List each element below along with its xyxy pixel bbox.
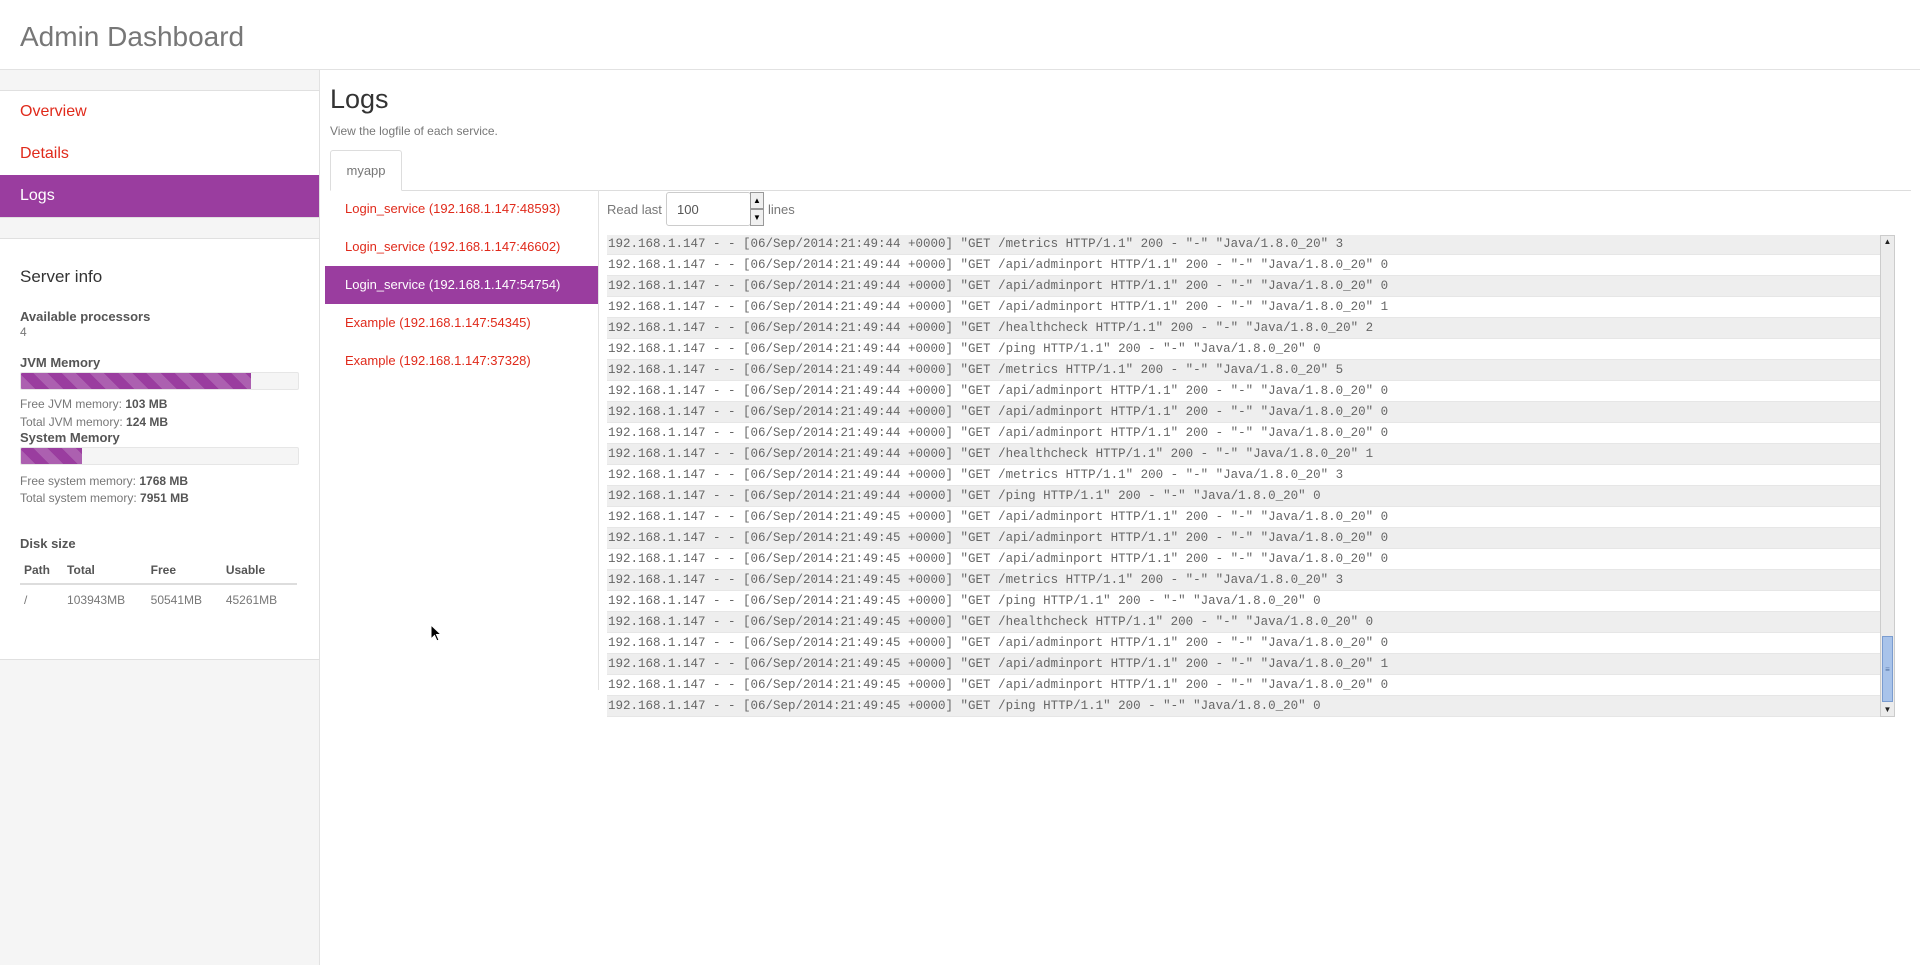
log-line: 192.168.1.147 - - [06/Sep/2014:21:49:45 … xyxy=(607,507,1887,528)
free-system-label: Free system memory: xyxy=(20,474,137,488)
table-row: / 103943MB 50541MB 45261MB xyxy=(20,583,297,615)
disk-col-path: Path xyxy=(20,557,64,585)
disk-col-usable: Usable xyxy=(221,557,297,585)
service-item[interactable]: Login_service (192.168.1.147:48593) xyxy=(325,190,598,228)
log-line: 192.168.1.147 - - [06/Sep/2014:21:49:45 … xyxy=(607,570,1887,591)
jvm-memory-label: JVM Memory xyxy=(20,355,101,370)
log-line: 192.168.1.147 - - [06/Sep/2014:21:49:44 … xyxy=(607,360,1887,381)
disk-table-header-row: Path Total Free Usable xyxy=(20,557,297,585)
log-line: 192.168.1.147 - - [06/Sep/2014:21:49:45 … xyxy=(607,612,1887,633)
log-line: 192.168.1.147 - - [06/Sep/2014:21:49:44 … xyxy=(607,339,1887,360)
nav-item-logs[interactable]: Logs xyxy=(0,175,319,217)
total-system-memory: Total system memory: 7951 MB xyxy=(20,491,189,505)
system-memory-bar-fill xyxy=(21,448,82,464)
free-jvm-value: 103 MB xyxy=(125,397,168,411)
service-list: Login_service (192.168.1.147:48593) Logi… xyxy=(325,190,599,690)
log-line: 192.168.1.147 - - [06/Sep/2014:21:49:45 … xyxy=(607,654,1887,675)
free-system-memory: Free system memory: 1768 MB xyxy=(20,474,188,488)
log-line: 192.168.1.147 - - [06/Sep/2014:21:49:44 … xyxy=(607,276,1887,297)
read-last-spinner[interactable]: ▲ ▼ xyxy=(750,192,764,226)
service-item[interactable]: Login_service (192.168.1.147:46602) xyxy=(325,228,598,266)
free-jvm-label: Free JVM memory: xyxy=(20,397,123,411)
system-memory-bar xyxy=(20,447,299,465)
total-system-value: 7951 MB xyxy=(140,491,189,505)
service-item[interactable]: Example (192.168.1.147:54345) xyxy=(325,304,598,342)
nav-item-overview[interactable]: Overview xyxy=(0,91,319,133)
available-processors-label: Available processors xyxy=(20,309,151,324)
server-info-heading: Server info xyxy=(20,267,103,286)
log-line: 192.168.1.147 - - [06/Sep/2014:21:49:44 … xyxy=(607,486,1887,507)
app-header: Admin Dashboard xyxy=(0,0,1920,70)
log-line: 192.168.1.147 - - [06/Sep/2014:21:49:45 … xyxy=(607,591,1887,612)
log-line: 192.168.1.147 - - [06/Sep/2014:21:49:44 … xyxy=(607,381,1887,402)
log-line: 192.168.1.147 - - [06/Sep/2014:21:49:45 … xyxy=(607,528,1887,549)
chevron-up-icon[interactable]: ▲ xyxy=(750,192,764,209)
page-title: Logs xyxy=(330,84,389,114)
total-jvm-memory: Total JVM memory: 124 MB xyxy=(20,415,168,429)
log-line: 192.168.1.147 - - [06/Sep/2014:21:49:44 … xyxy=(607,235,1887,255)
disk-col-free: Free xyxy=(146,557,222,585)
disk-path-cell: / xyxy=(20,583,64,615)
tab-myapp[interactable]: myapp xyxy=(330,150,402,191)
read-last-input[interactable] xyxy=(666,192,751,226)
scroll-down-arrow-icon[interactable]: ▼ xyxy=(1881,704,1894,716)
lines-label: lines xyxy=(768,202,795,217)
free-jvm-memory: Free JVM memory: 103 MB xyxy=(20,397,167,411)
disk-free-cell: 50541MB xyxy=(146,583,222,615)
log-line: 192.168.1.147 - - [06/Sep/2014:21:49:44 … xyxy=(607,465,1887,486)
log-output[interactable]: 192.168.1.147 - - [06/Sep/2014:21:49:44 … xyxy=(607,235,1887,717)
app-tabs: myapp xyxy=(330,150,1911,191)
log-line: 192.168.1.147 - - [06/Sep/2014:21:49:45 … xyxy=(607,675,1887,696)
sidebar: Overview Details Logs Server info Availa… xyxy=(0,70,320,965)
log-scrollbar[interactable]: ▲ ≡ ▼ xyxy=(1880,235,1895,717)
total-jvm-value: 124 MB xyxy=(126,415,169,429)
chevron-down-icon[interactable]: ▼ xyxy=(750,209,764,226)
scroll-thumb[interactable]: ≡ xyxy=(1882,636,1893,702)
disk-col-total: Total xyxy=(63,557,147,585)
log-line: 192.168.1.147 - - [06/Sep/2014:21:49:44 … xyxy=(607,444,1887,465)
available-processors-value: 4 xyxy=(20,325,27,339)
server-info-panel: Server info Available processors 4 JVM M… xyxy=(0,238,320,660)
log-line: 192.168.1.147 - - [06/Sep/2014:21:49:44 … xyxy=(607,297,1887,318)
disk-total-cell: 103943MB xyxy=(63,583,147,615)
scroll-up-arrow-icon[interactable]: ▲ xyxy=(1881,236,1894,248)
jvm-memory-bar-fill xyxy=(21,373,251,389)
disk-usable-cell: 45261MB xyxy=(221,583,297,615)
disk-size-label: Disk size xyxy=(20,536,76,551)
jvm-memory-bar xyxy=(20,372,299,390)
main-content: Logs View the logfile of each service. m… xyxy=(320,70,1920,965)
app-title: Admin Dashboard xyxy=(20,21,245,52)
system-memory-label: System Memory xyxy=(20,430,120,445)
log-line: 192.168.1.147 - - [06/Sep/2014:21:49:45 … xyxy=(607,549,1887,570)
read-last-label: Read last xyxy=(607,202,662,217)
log-line: 192.168.1.147 - - [06/Sep/2014:21:49:45 … xyxy=(607,696,1887,717)
page-subtitle: View the logfile of each service. xyxy=(330,124,498,138)
free-system-value: 1768 MB xyxy=(139,474,189,488)
log-line: 192.168.1.147 - - [06/Sep/2014:21:49:44 … xyxy=(607,255,1887,276)
total-system-label: Total system memory: xyxy=(20,491,137,505)
log-line: 192.168.1.147 - - [06/Sep/2014:21:49:44 … xyxy=(607,402,1887,423)
log-line: 192.168.1.147 - - [06/Sep/2014:21:49:44 … xyxy=(607,423,1887,444)
log-line: 192.168.1.147 - - [06/Sep/2014:21:49:44 … xyxy=(607,318,1887,339)
nav-item-details[interactable]: Details xyxy=(0,133,319,175)
log-line: 192.168.1.147 - - [06/Sep/2014:21:49:45 … xyxy=(607,633,1887,654)
mouse-pointer-icon xyxy=(430,624,442,642)
service-item-active[interactable]: Login_service (192.168.1.147:54754) xyxy=(325,266,598,304)
sidebar-nav: Overview Details Logs xyxy=(0,90,320,218)
disk-size-table: Path Total Free Usable / 103943MB 50541M… xyxy=(20,557,297,615)
total-jvm-label: Total JVM memory: xyxy=(20,415,123,429)
service-item[interactable]: Example (192.168.1.147:37328) xyxy=(325,342,598,380)
